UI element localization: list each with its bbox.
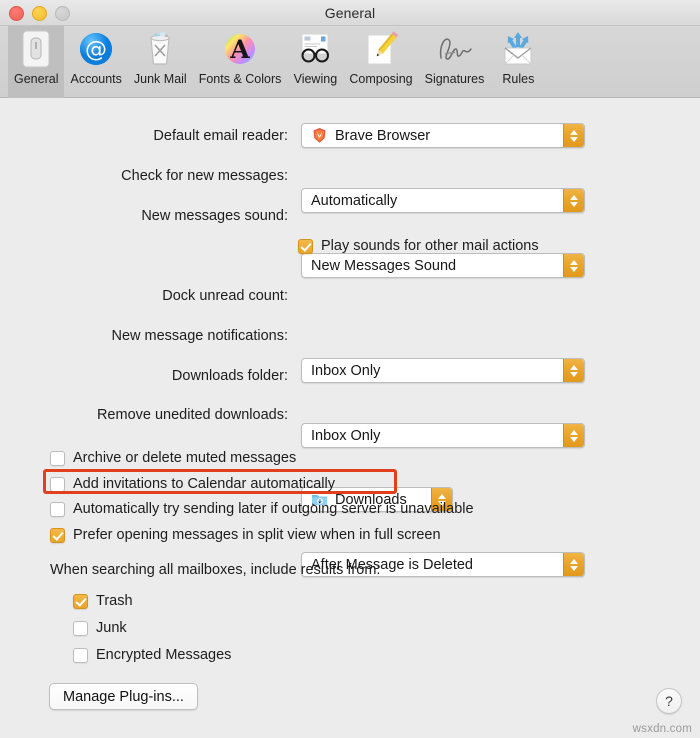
window-title: General — [324, 4, 376, 21]
at-sign-icon: @ — [74, 29, 118, 69]
preferences-toolbar: General @ Accounts Junk Mail A Fonts & C… — [0, 26, 700, 98]
check-new-messages-label-wrap: Check for new messages: — [0, 163, 288, 189]
stepper-arrows-icon[interactable] — [563, 189, 584, 212]
split-view-checkbox[interactable] — [50, 527, 65, 543]
toolbar-tab-junk-mail[interactable]: Junk Mail — [128, 26, 193, 98]
stepper-arrows-icon[interactable] — [563, 424, 584, 447]
downloads-folder-label-wrap: Downloads folder: — [0, 363, 288, 389]
svg-text:@: @ — [85, 38, 107, 63]
search-encrypted-checkbox-row[interactable]: Encrypted Messages — [73, 644, 231, 666]
search-encrypted-checkbox[interactable] — [73, 647, 88, 663]
default-email-reader-value: Brave Browser — [335, 127, 431, 144]
archive-muted-label: Archive or delete muted messages — [73, 450, 297, 466]
toolbar-tab-fonts-colors[interactable]: A Fonts & Colors — [193, 26, 288, 98]
new-messages-sound-value: New Messages Sound — [311, 257, 457, 274]
signature-icon — [432, 29, 476, 69]
preferences-content: Default email reader: Brave Browser Chec… — [0, 98, 700, 738]
default-email-reader-label: Default email reader: — [153, 128, 288, 144]
color-wheel-a-icon: A — [218, 29, 262, 69]
retry-sending-checkbox-row[interactable]: Automatically try sending later if outgo… — [50, 498, 474, 520]
downloads-folder-label: Downloads folder: — [171, 368, 288, 384]
dock-unread-count-value: Inbox Only — [311, 362, 381, 379]
add-invitations-label: Add invitations to Calendar automaticall… — [73, 476, 335, 492]
toolbar-tab-label: Rules — [502, 72, 535, 86]
dock-unread-count-label-wrap: Dock unread count: — [0, 283, 288, 309]
search-junk-checkbox[interactable] — [73, 620, 88, 636]
search-trash-checkbox[interactable] — [73, 593, 88, 609]
toolbar-tab-label: General — [14, 72, 59, 86]
play-sounds-label: Play sounds for other mail actions — [321, 238, 539, 254]
toolbar-tab-composing[interactable]: Composing — [343, 26, 418, 98]
toolbar-tab-signatures[interactable]: Signatures — [419, 26, 491, 98]
remove-unedited-downloads-label-wrap: Remove unedited downloads: — [0, 402, 288, 428]
stepper-arrows-icon[interactable] — [563, 124, 584, 147]
window-title-bar: General — [0, 0, 700, 26]
search-junk-checkbox-row[interactable]: Junk — [73, 617, 127, 639]
toolbar-tab-accounts[interactable]: @ Accounts — [64, 26, 127, 98]
play-sounds-checkbox[interactable] — [298, 238, 313, 254]
toolbar-tab-viewing[interactable]: Viewing — [287, 26, 343, 98]
dock-unread-count-label: Dock unread count: — [162, 288, 288, 304]
pencil-paper-icon — [359, 29, 403, 69]
new-message-notifications-label: New message notifications: — [111, 328, 289, 344]
toolbar-tab-rules[interactable]: Rules — [490, 26, 546, 98]
add-invitations-checkbox-row[interactable]: Add invitations to Calendar automaticall… — [50, 473, 335, 495]
window-controls — [9, 6, 70, 21]
retry-sending-label: Automatically try sending later if outgo… — [73, 501, 474, 517]
toolbar-tab-label: Viewing — [293, 72, 338, 86]
toolbar-tab-label: Junk Mail — [133, 72, 187, 86]
remove-unedited-downloads-label: Remove unedited downloads: — [96, 407, 288, 423]
search-encrypted-label: Encrypted Messages — [96, 647, 232, 663]
dock-unread-count-select[interactable]: Inbox Only — [301, 358, 585, 383]
archive-muted-checkbox[interactable] — [50, 450, 65, 466]
help-button[interactable]: ? — [656, 688, 682, 714]
minimize-window-button[interactable] — [32, 6, 47, 21]
toolbar-tab-label: Composing — [349, 72, 413, 86]
eyeglasses-icon — [293, 29, 337, 69]
search-trash-checkbox-row[interactable]: Trash — [73, 590, 133, 612]
brave-lion-icon — [311, 127, 328, 144]
check-new-messages-value: Automatically — [311, 192, 398, 209]
stepper-arrows-icon[interactable] — [563, 359, 584, 382]
play-sounds-checkbox-row[interactable]: Play sounds for other mail actions — [298, 235, 539, 257]
manage-plugins-button[interactable]: Manage Plug-ins... — [49, 683, 198, 710]
check-new-messages-label: Check for new messages: — [121, 168, 288, 184]
new-message-notifications-select[interactable]: Inbox Only — [301, 423, 585, 448]
toolbar-tab-label: Signatures — [424, 72, 485, 86]
check-new-messages-select[interactable]: Automatically — [301, 188, 585, 213]
retry-sending-checkbox[interactable] — [50, 501, 65, 517]
new-message-notifications-value: Inbox Only — [311, 427, 381, 444]
search-junk-label: Junk — [96, 620, 127, 636]
new-messages-sound-label-wrap: New messages sound: — [0, 203, 288, 229]
general-switch-icon — [14, 29, 58, 69]
zoom-window-button — [55, 6, 70, 21]
stepper-arrows-icon[interactable] — [563, 254, 584, 277]
split-view-label: Prefer opening messages in split view wh… — [73, 527, 441, 543]
default-email-reader-select[interactable]: Brave Browser — [301, 123, 585, 148]
archive-muted-checkbox-row[interactable]: Archive or delete muted messages — [50, 447, 296, 469]
default-email-reader-label-wrap: Default email reader: — [0, 123, 288, 149]
search-section-heading: When searching all mailboxes, include re… — [50, 562, 381, 578]
toolbar-tab-label: Accounts — [70, 72, 122, 86]
toolbar-tab-general[interactable]: General — [8, 26, 65, 98]
watermark: wsxdn.com — [632, 723, 692, 735]
toolbar-tab-label: Fonts & Colors — [198, 72, 282, 86]
new-messages-sound-label: New messages sound: — [141, 208, 288, 224]
close-window-button[interactable] — [9, 6, 24, 21]
stepper-arrows-icon[interactable] — [563, 553, 584, 576]
search-trash-label: Trash — [96, 593, 133, 609]
add-invitations-checkbox[interactable] — [50, 476, 65, 492]
trash-can-icon — [138, 29, 182, 69]
new-message-notifications-label-wrap: New message notifications: — [0, 323, 289, 349]
split-view-checkbox-row[interactable]: Prefer opening messages in split view wh… — [50, 524, 441, 546]
svg-text:A: A — [229, 35, 250, 64]
envelope-arrows-icon — [496, 29, 540, 69]
